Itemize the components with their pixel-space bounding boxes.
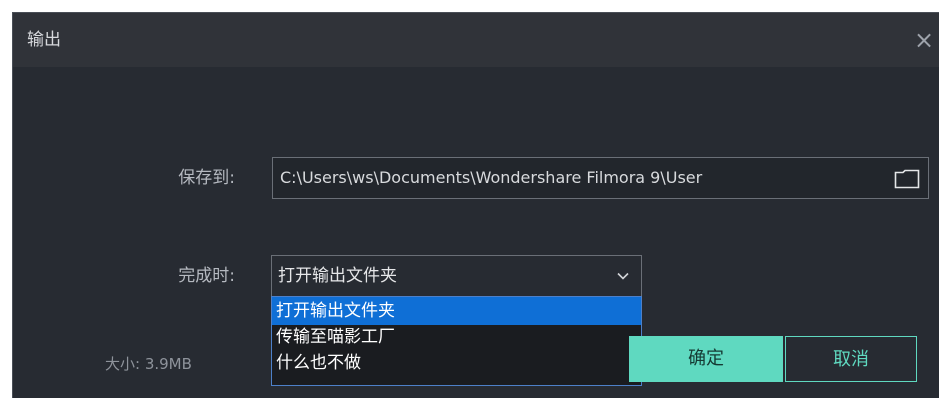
close-icon: × [913, 26, 935, 54]
close-button[interactable]: × [909, 22, 939, 58]
on-complete-select[interactable]: 打开输出文件夹 [271, 255, 642, 297]
on-complete-label: 完成时: [178, 266, 235, 286]
on-complete-dropdown: 打开输出文件夹 传输至喵影工厂 什么也不做 [271, 296, 642, 386]
chevron-down-icon [617, 272, 629, 280]
cancel-button[interactable]: 取消 [785, 336, 917, 382]
title-bar: 输出 × [13, 13, 939, 67]
dropdown-option-open-folder[interactable]: 打开输出文件夹 [272, 297, 641, 325]
dialog-title: 输出 [27, 30, 61, 50]
folder-icon[interactable] [894, 169, 920, 189]
save-path-text: C:\Users\ws\Documents\Wondershare Filmor… [280, 168, 703, 187]
top-strip [0, 0, 939, 12]
save-path-field[interactable]: C:\Users\ws\Documents\Wondershare Filmor… [272, 157, 929, 199]
dropdown-option-do-nothing[interactable]: 什么也不做 [272, 349, 641, 377]
dropdown-option-transfer[interactable]: 传输至喵影工厂 [272, 323, 641, 351]
export-dialog: 输出 × 保存到: C:\Users\ws\Documents\Wondersh… [12, 12, 939, 398]
ok-button[interactable]: 确定 [629, 336, 783, 382]
on-complete-selected-value: 打开输出文件夹 [278, 266, 397, 286]
save-to-label: 保存到: [178, 168, 235, 188]
size-label: 大小: 3.9MB [105, 355, 192, 373]
